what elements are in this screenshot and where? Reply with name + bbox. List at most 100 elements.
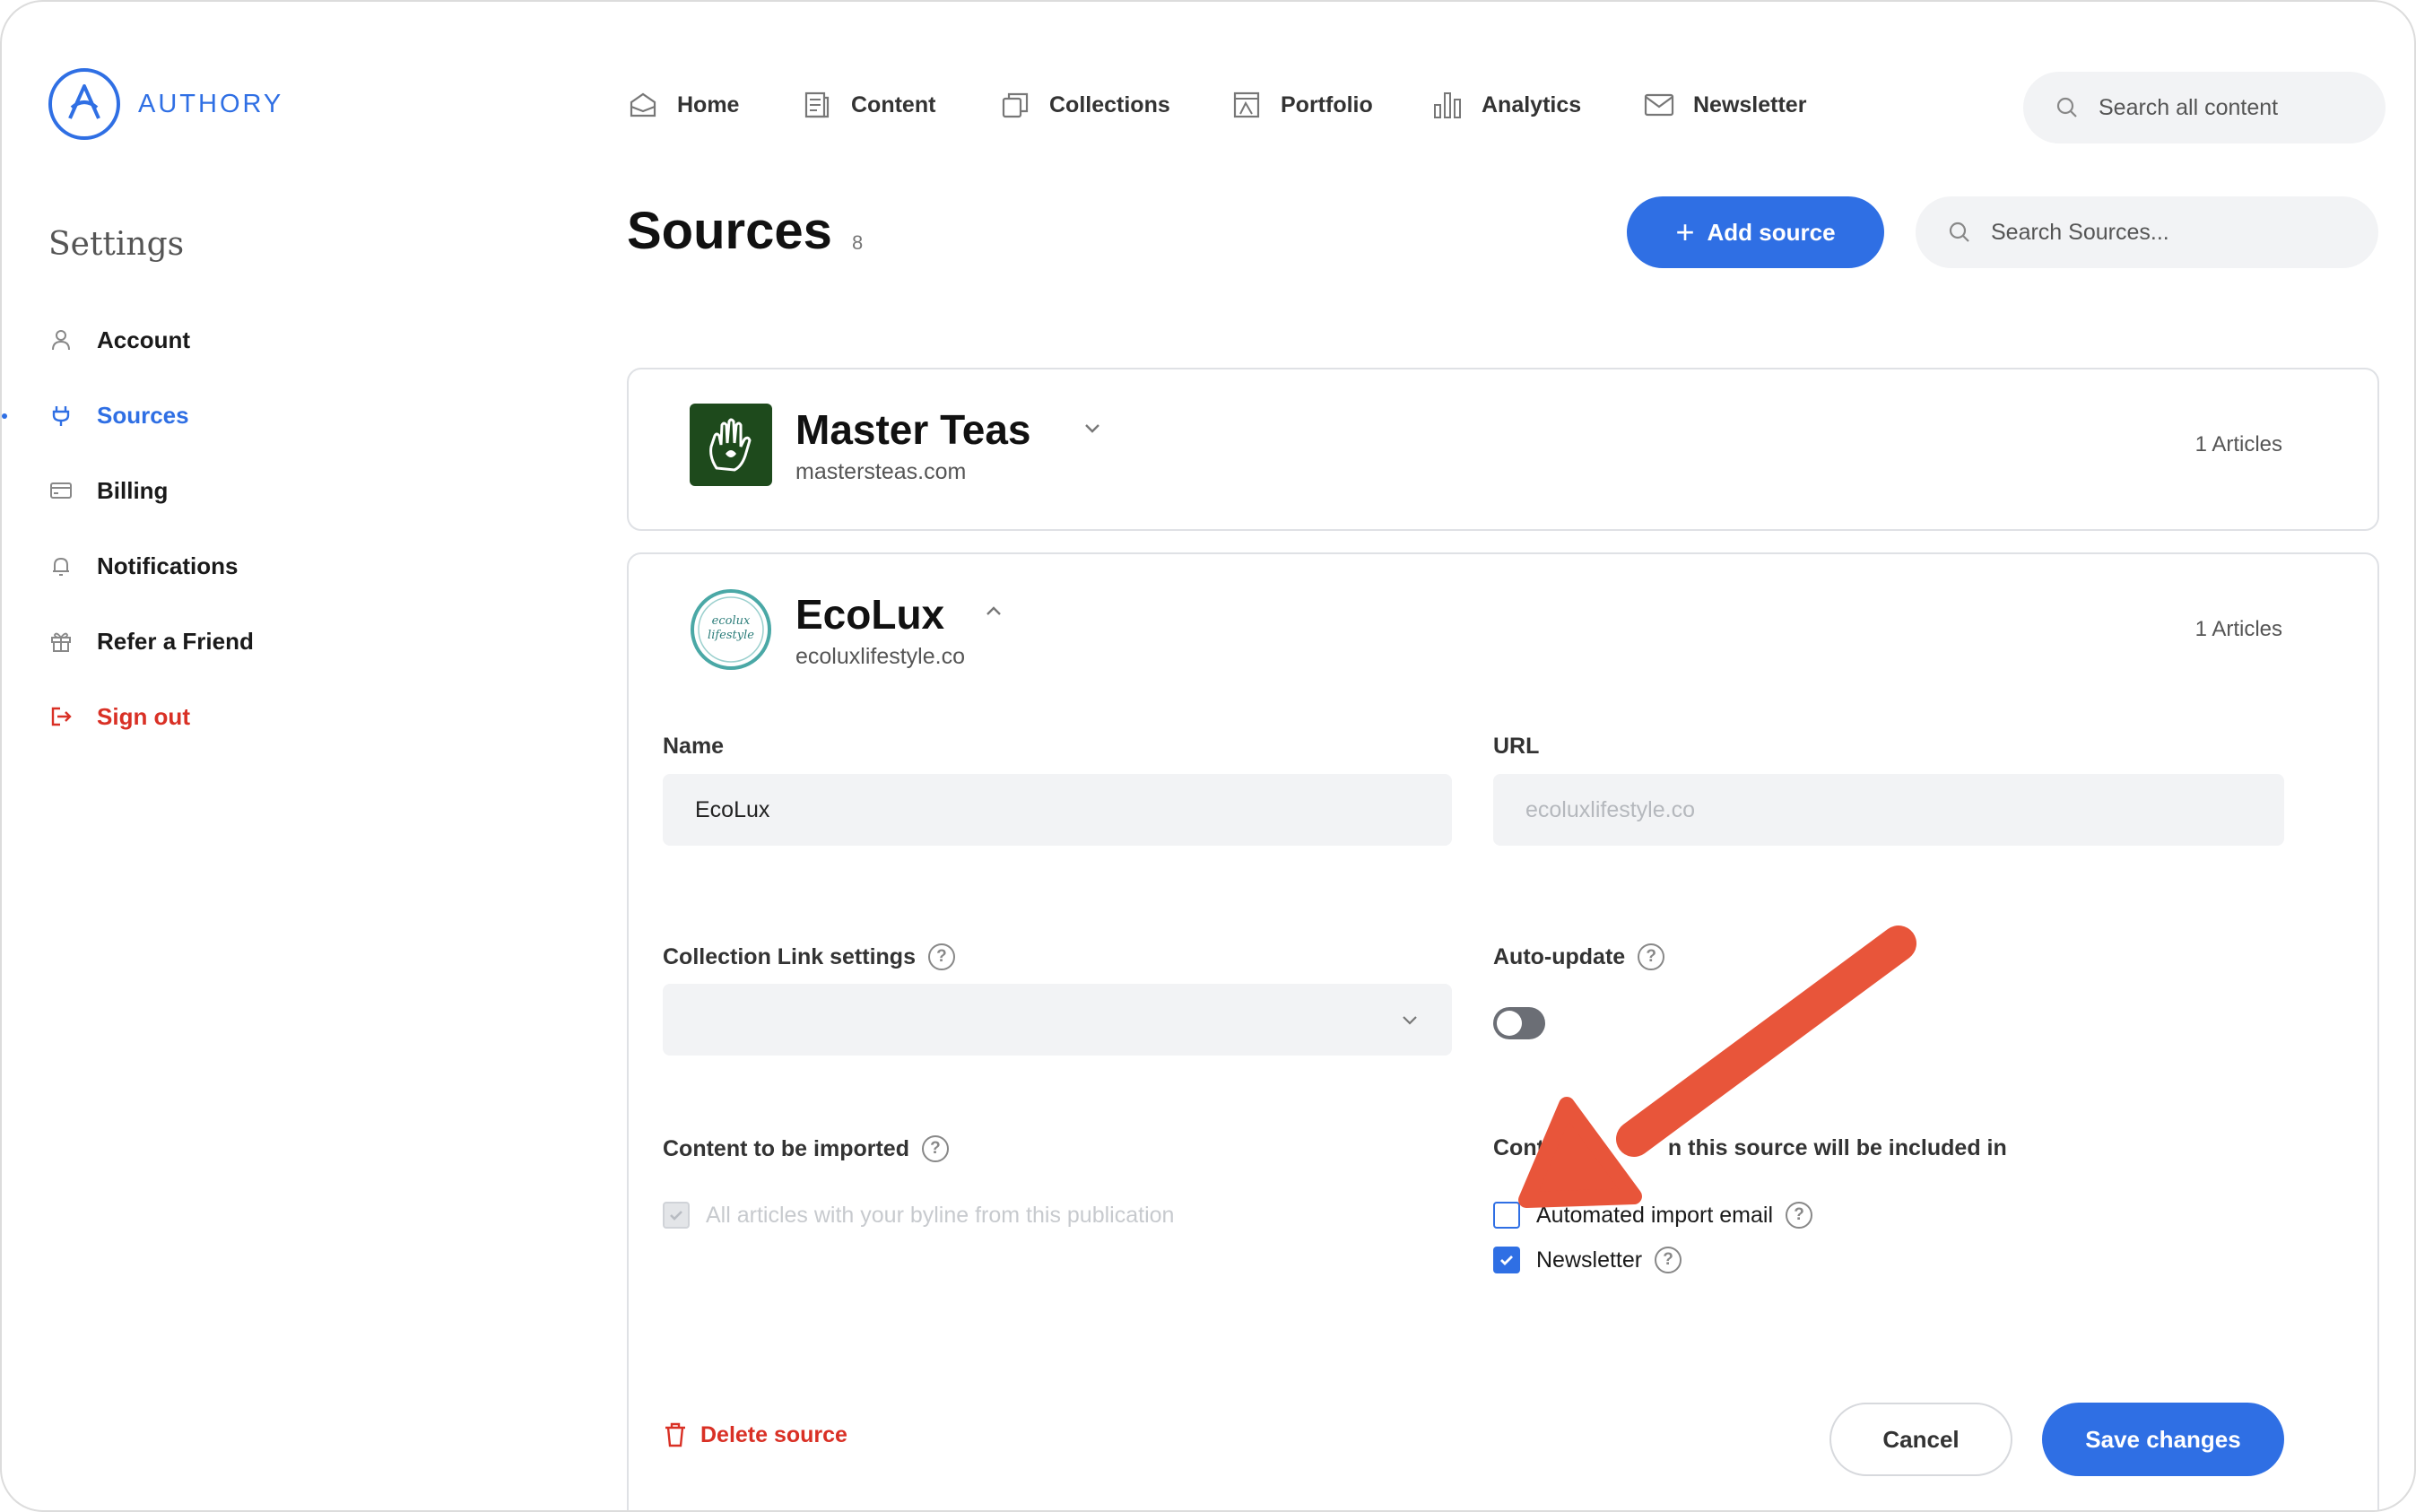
chevron-up-icon[interactable] [984, 601, 1004, 621]
svg-text:lifestyle: lifestyle [708, 629, 754, 642]
nav-analytics-label: Analytics [1482, 91, 1582, 117]
included-in-label-suffix: n this source will be included in [1667, 1135, 2007, 1160]
brand-name[interactable]: AUTHORY [138, 90, 283, 119]
analytics-icon [1434, 92, 1461, 118]
page-title: Sources [627, 202, 832, 260]
source-search-input[interactable]: Search Sources... [1916, 196, 2378, 268]
auto-update-toggle[interactable] [1493, 1007, 1545, 1039]
toggle-knob [1497, 1011, 1522, 1036]
help-icon[interactable]: ? [1638, 943, 1665, 970]
nav-collections-label: Collections [1049, 91, 1170, 117]
plug-icon [48, 403, 74, 428]
settings-title: Settings [48, 226, 185, 263]
delete-source-label: Delete source [700, 1421, 847, 1447]
sign-out-icon [48, 704, 74, 729]
nav-newsletter[interactable]: Newsletter [1643, 84, 1806, 126]
sidebar-item-refer[interactable]: Refer a Friend [48, 619, 254, 664]
name-label: Name [663, 734, 725, 759]
url-label: URL [1493, 734, 1540, 759]
cancel-button[interactable]: Cancel [1829, 1403, 2012, 1476]
app-window: AUTHORY Home Content Collections Portfol… [0, 0, 2416, 1512]
collection-link-label-text: Collection Link settings [663, 943, 916, 969]
global-search-placeholder: Search all content [2099, 94, 2279, 120]
source-url: mastersteas.com [795, 459, 967, 484]
automated-import-email-option[interactable]: Automated import email ? [1493, 1202, 1813, 1229]
source-count: 8 [852, 231, 864, 254]
home-icon [630, 92, 656, 117]
newsletter-label: Newsletter [1536, 1247, 1643, 1273]
name-input[interactable]: EcoLux [663, 774, 1452, 846]
included-in-label-prefix: Cont [1493, 1135, 1544, 1160]
nav-content-label: Content [851, 91, 936, 117]
credit-card-icon [48, 478, 74, 503]
nav-collections[interactable]: Collections [999, 84, 1170, 126]
source-search-placeholder: Search Sources... [1991, 219, 2169, 245]
chevron-down-icon [1403, 1016, 1417, 1025]
content-imported-label-text: Content to be imported [663, 1135, 909, 1161]
chevron-down-icon[interactable] [1082, 418, 1102, 438]
help-icon[interactable]: ? [1655, 1247, 1682, 1273]
content-icon [804, 91, 830, 118]
gift-icon [48, 629, 74, 654]
url-input: ecoluxlifestyle.co [1493, 774, 2284, 846]
authory-logo-icon[interactable] [48, 68, 120, 140]
save-changes-button[interactable]: Save changes [2042, 1403, 2284, 1476]
automated-import-email-checkbox[interactable] [1493, 1202, 1520, 1229]
byline-option-label: All articles with your byline from this … [706, 1202, 1175, 1228]
sidebar-item-account[interactable]: Account [48, 317, 190, 362]
included-in-label: Cont n this source will be included in [1493, 1135, 2007, 1161]
source-name: Master Teas [795, 406, 1031, 453]
nav-home-label: Home [677, 91, 740, 117]
ecolux-logo: ecolux lifestyle [690, 588, 772, 671]
byline-checkbox [663, 1202, 690, 1229]
byline-option: All articles with your byline from this … [663, 1202, 1174, 1229]
nav-portfolio[interactable]: Portfolio [1230, 84, 1373, 126]
sidebar-item-label: Refer a Friend [97, 627, 254, 655]
plus-icon: + [1675, 213, 1695, 250]
auto-update-label: Auto-update ? [1493, 943, 1665, 970]
sidebar-item-label: Sources [97, 401, 189, 429]
help-icon[interactable]: ? [921, 1135, 949, 1162]
bell-icon [48, 553, 74, 578]
mail-icon [1644, 93, 1674, 117]
automated-import-email-label: Automated import email [1536, 1202, 1774, 1228]
search-icon [1949, 222, 1969, 242]
nav-newsletter-label: Newsletter [1693, 91, 1807, 117]
collection-link-label: Collection Link settings ? [663, 943, 955, 970]
sidebar-item-billing[interactable]: Billing [48, 468, 168, 513]
sidebar-item-notifications[interactable]: Notifications [48, 543, 238, 588]
master-teas-logo [690, 404, 772, 486]
trash-icon [665, 1422, 685, 1447]
sidebar-item-label: Account [97, 326, 190, 353]
newsletter-option[interactable]: Newsletter ? [1493, 1247, 1682, 1273]
add-source-button[interactable]: + Add source [1627, 196, 1884, 268]
source-url: ecoluxlifestyle.co [795, 644, 965, 669]
collection-link-select[interactable] [663, 984, 1452, 1056]
content-imported-label: Content to be imported ? [663, 1135, 949, 1162]
nav-analytics[interactable]: Analytics [1431, 84, 1581, 126]
article-count: 1 Articles [2194, 432, 2282, 456]
active-indicator [2, 413, 7, 419]
sidebar-item-label: Billing [97, 476, 169, 504]
search-icon [2056, 97, 2077, 117]
nav-content[interactable]: Content [801, 84, 935, 126]
source-name: EcoLux [795, 591, 945, 638]
sidebar-item-label: Notifications [97, 552, 239, 579]
svg-text:ecolux: ecolux [712, 614, 751, 628]
delete-source-button[interactable]: Delete source [663, 1421, 847, 1448]
sidebar-item-sources[interactable]: Sources [48, 393, 189, 438]
source-card-master-teas[interactable]: Master Teas mastersteas.com 1 Articles [627, 368, 2379, 531]
nav-home[interactable]: Home [627, 84, 739, 126]
article-count: 1 Articles [2194, 617, 2282, 641]
nav-portfolio-label: Portfolio [1281, 91, 1373, 117]
help-icon[interactable]: ? [1786, 1202, 1813, 1229]
help-icon[interactable]: ? [927, 943, 955, 970]
user-icon [48, 327, 74, 352]
newsletter-checkbox[interactable] [1493, 1247, 1520, 1273]
global-search-input[interactable]: Search all content [2023, 72, 2386, 143]
collections-icon [1002, 92, 1029, 118]
sidebar-item-label: Sign out [97, 702, 190, 730]
auto-update-label-text: Auto-update [1493, 943, 1626, 969]
sidebar-item-sign-out[interactable]: Sign out [48, 694, 190, 739]
add-source-label: Add source [1707, 218, 1836, 246]
